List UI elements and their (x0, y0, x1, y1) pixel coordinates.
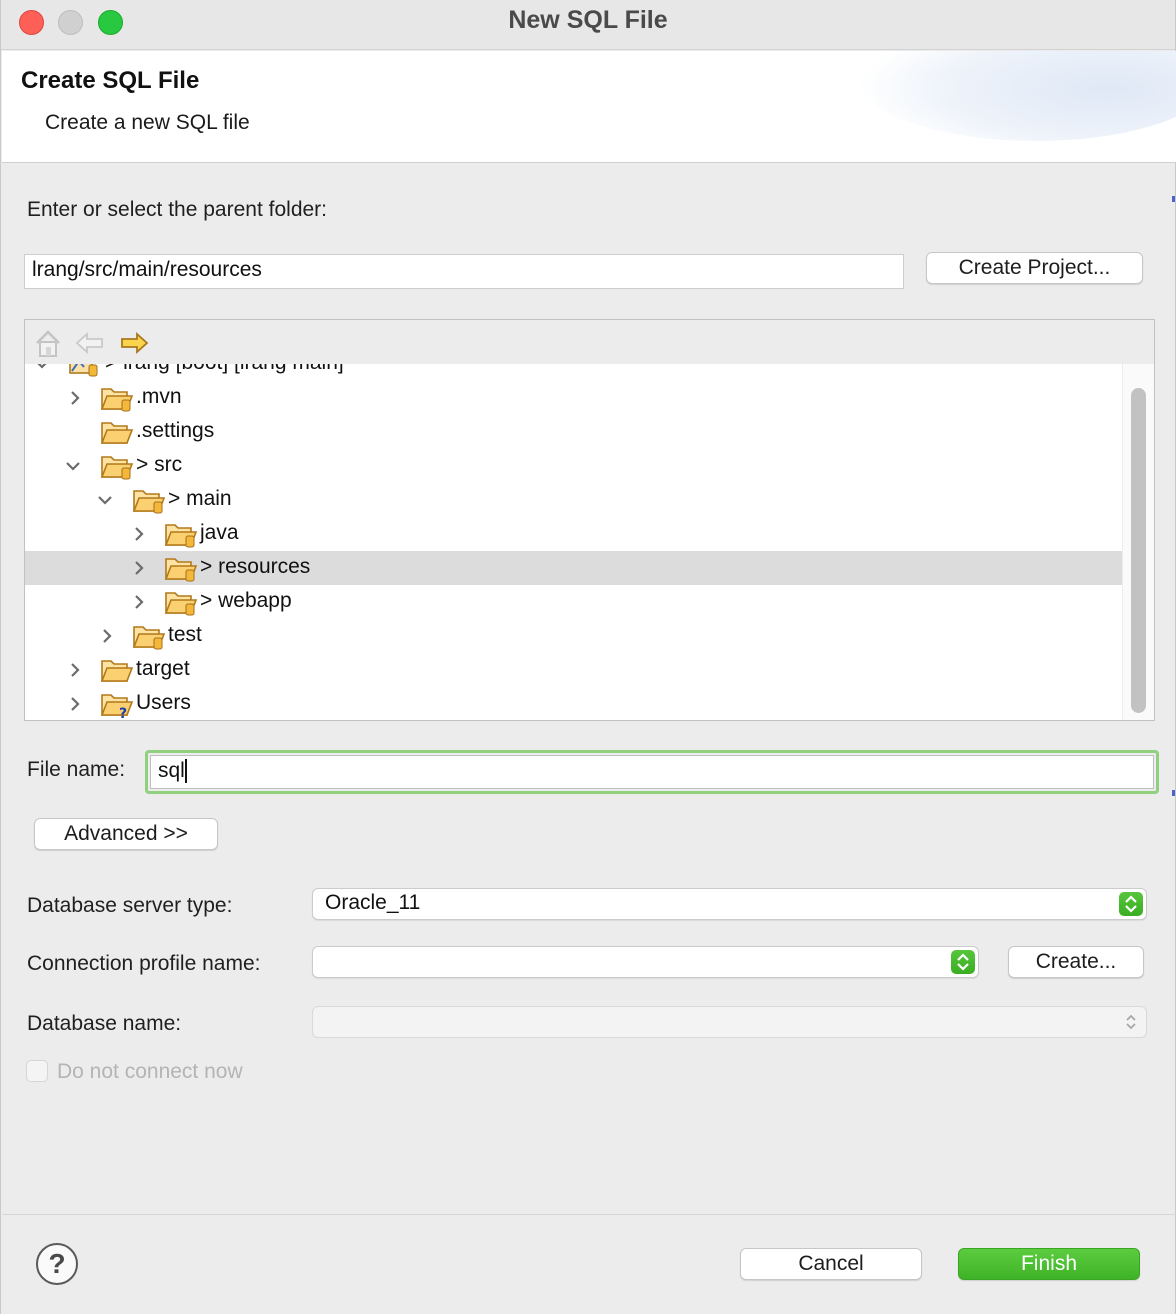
folder-icon (100, 388, 134, 412)
connection-profile-select[interactable] (312, 946, 979, 978)
folder-icon (164, 524, 198, 548)
chevron-right-icon[interactable] (129, 524, 149, 544)
folder-icon (132, 626, 166, 650)
database-name-select[interactable] (312, 1006, 1147, 1038)
select-arrows-icon (951, 950, 975, 974)
window-title: New SQL File (508, 6, 668, 34)
connection-profile-label: Connection profile name: (27, 952, 261, 975)
tree-toolbar (25, 320, 1154, 364)
select-arrows-icon (1119, 892, 1143, 916)
tree-item-label: > lrang [boot] [lrang main] (105, 364, 344, 375)
tree-item-label: > main (168, 487, 232, 510)
do-not-connect-label: Do not connect now (57, 1060, 243, 1083)
help-icon[interactable]: ? (36, 1243, 78, 1285)
project-icon (69, 364, 98, 377)
tree-item[interactable]: .mvn (25, 381, 1123, 415)
tree-scrollbar-thumb[interactable] (1131, 388, 1146, 713)
banner-subtitle: Create a new SQL file (45, 111, 250, 134)
tree-item-label: .settings (136, 419, 215, 442)
do-not-connect-checkbox[interactable] (26, 1060, 48, 1082)
chevron-down-icon[interactable] (32, 364, 52, 374)
tree-item-label: test (168, 623, 202, 646)
tree-item[interactable]: > src (25, 449, 1123, 483)
tree-item[interactable]: ? Users (25, 687, 1123, 720)
title-bar: New SQL File (1, 0, 1175, 50)
advanced-button[interactable]: Advanced >> (34, 818, 218, 850)
create-project-button[interactable]: Create Project... (926, 252, 1143, 284)
select-arrows-icon (1126, 1014, 1136, 1030)
chevron-down-icon[interactable] (63, 456, 83, 476)
folder-icon (132, 490, 166, 514)
file-name-focus-ring: sql (145, 750, 1159, 794)
tree-item[interactable]: > main (25, 483, 1123, 517)
banner-decoration (856, 51, 1176, 141)
create-profile-button[interactable]: Create... (1008, 946, 1144, 978)
home-icon[interactable] (31, 326, 65, 360)
folder-icon (164, 592, 198, 616)
folder-icon (100, 422, 134, 444)
folder-tree: > lrang [boot] [lrang main] .mvn .settin (25, 364, 1123, 720)
file-name-input[interactable]: sql (150, 755, 1154, 789)
tree-item[interactable]: java (25, 517, 1123, 551)
tree-item-label: Users (136, 691, 191, 714)
folder-icon (100, 456, 134, 480)
tree-item-label: target (136, 657, 190, 680)
finish-button[interactable]: Finish (958, 1248, 1140, 1280)
tree-item[interactable]: > lrang [boot] [lrang main] (25, 364, 1123, 381)
footer-divider (2, 1214, 1176, 1215)
db-server-type-value: Oracle_11 (325, 891, 421, 914)
dialog-window: New SQL File Create SQL File Create a ne… (0, 0, 1176, 1314)
database-name-label: Database name: (27, 1012, 182, 1035)
edge-mark (1172, 790, 1175, 796)
unknown-folder-icon: ? (100, 694, 134, 719)
chevron-right-icon[interactable] (65, 388, 85, 408)
tree-item-label: > src (136, 453, 183, 476)
tree-item[interactable]: target (25, 653, 1123, 687)
cancel-button[interactable]: Cancel (740, 1248, 922, 1280)
tree-item[interactable]: .settings (25, 415, 1123, 449)
folder-icon (164, 558, 198, 582)
text-caret (184, 759, 187, 784)
parent-folder-label: Enter or select the parent folder: (27, 198, 327, 221)
chevron-right-icon[interactable] (129, 558, 149, 578)
parent-folder-input[interactable]: lrang/src/main/resources (24, 254, 904, 289)
svg-text:?: ? (119, 706, 127, 719)
db-server-type-label: Database server type: (27, 894, 233, 917)
folder-icon (100, 660, 134, 682)
tree-item-label: > resources (200, 555, 311, 578)
tree-scrollbar[interactable] (1122, 364, 1154, 720)
tree-item[interactable]: test (25, 619, 1123, 653)
edge-mark (1172, 196, 1175, 202)
chevron-right-icon[interactable] (65, 660, 85, 680)
tree-item-label: .mvn (136, 385, 182, 408)
file-name-label: File name: (27, 758, 126, 781)
chevron-right-icon[interactable] (97, 626, 117, 646)
db-server-type-select[interactable]: Oracle_11 (312, 888, 1147, 920)
file-name-value: sql (158, 759, 185, 782)
tree-item-label: > webapp (200, 589, 292, 612)
back-arrow-icon[interactable] (73, 326, 107, 360)
tree-item[interactable]: > webapp (25, 585, 1123, 619)
tree-item-label: java (200, 521, 239, 544)
chevron-right-icon[interactable] (65, 694, 85, 714)
chevron-right-icon[interactable] (129, 592, 149, 612)
forward-arrow-icon[interactable] (117, 326, 151, 360)
chevron-down-icon[interactable] (95, 490, 115, 510)
banner-title: Create SQL File (21, 67, 200, 94)
folder-tree-panel: > lrang [boot] [lrang main] .mvn .settin (24, 319, 1155, 721)
wizard-banner: Create SQL File Create a new SQL file (2, 51, 1176, 163)
tree-item-selected[interactable]: > resources (25, 551, 1123, 585)
